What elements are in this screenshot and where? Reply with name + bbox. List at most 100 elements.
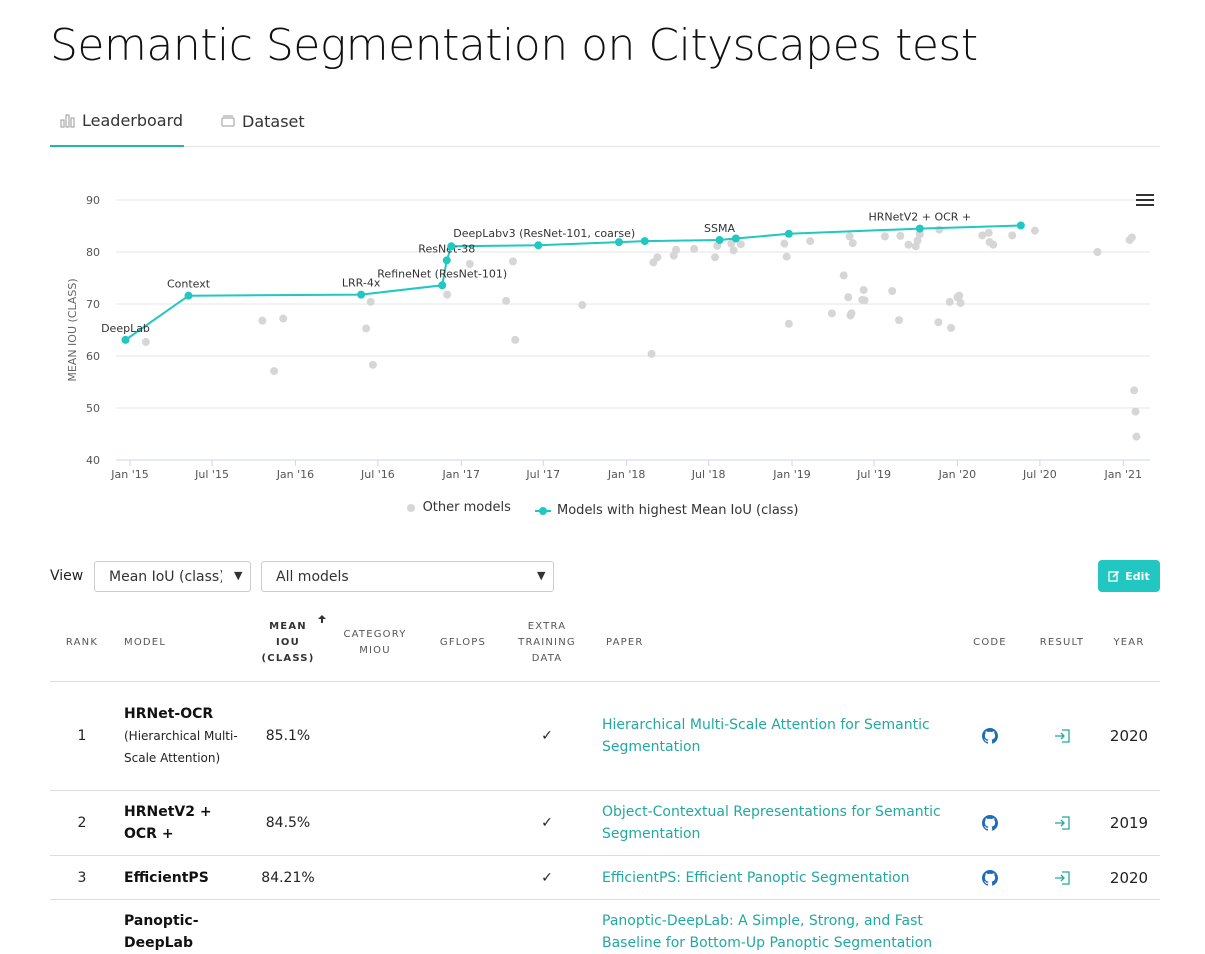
sota-point-label: SSMA <box>704 222 735 235</box>
legend-other-label: Other models <box>422 500 511 515</box>
chart-menu-icon[interactable] <box>1136 194 1154 208</box>
sota-point <box>121 335 130 344</box>
leaderboard-chart: 40 50 60 70 80 90 Jan '15 Jul '15 Jan '16 Jul '16… <box>50 176 1160 536</box>
result-enter-icon[interactable] <box>1053 729 1071 743</box>
other-model-point <box>368 360 377 369</box>
chart-svg: 40 50 60 70 80 90 Jan '15 Jul '15 Jan '16 Jul '16… <box>66 194 1150 481</box>
models-select[interactable]: All models <box>261 561 554 592</box>
sota-point-label: ResNet-38 <box>418 242 475 255</box>
x-tick-label: Jan '17 <box>442 468 480 481</box>
tab-dataset[interactable]: Dataset <box>220 96 305 146</box>
header-code[interactable]: CODE <box>965 635 1015 651</box>
metric-select[interactable]: Mean IoU (class) <box>94 561 251 592</box>
header-rank[interactable]: RANK <box>50 635 114 651</box>
x-tick-label: Jul '18 <box>691 468 726 481</box>
other-model-point <box>880 232 889 241</box>
header-model[interactable]: MODEL <box>124 635 176 651</box>
other-model-point <box>729 246 738 255</box>
result-enter-icon[interactable] <box>1053 816 1071 830</box>
result-cell <box>1032 682 1092 790</box>
header-miou-line: IOU <box>276 637 300 648</box>
edit-icon <box>1108 570 1120 582</box>
table-row[interactable]: Panoptic-DeepLab Panoptic-DeepLab: A Sim… <box>50 900 1160 951</box>
other-model-point <box>366 297 375 306</box>
other-model-point <box>934 318 943 327</box>
other-model-point <box>270 367 279 376</box>
header-paper[interactable]: PAPER <box>606 635 666 651</box>
model-name[interactable]: Panoptic-DeepLab <box>124 910 244 954</box>
header-result[interactable]: RESULT <box>1032 635 1092 651</box>
chart-legend: Other models Models with highest Mean Io… <box>0 500 1205 518</box>
model-name[interactable]: HRNetV2 + OCR + <box>124 801 224 845</box>
header-gflops[interactable]: GFLOPS <box>428 635 498 651</box>
other-model-point <box>443 290 452 299</box>
other-model-point <box>258 316 267 325</box>
year-cell: 2019 <box>1109 814 1149 832</box>
tab-bar: Leaderboard Dataset <box>50 96 1160 147</box>
sota-point <box>640 237 649 246</box>
sota-point <box>438 281 447 290</box>
other-model-point <box>711 253 720 262</box>
paper-link[interactable]: Panoptic-DeepLab: A Simple, Strong, and … <box>602 910 952 954</box>
edit-button[interactable]: Edit <box>1098 560 1160 592</box>
sota-point <box>442 256 451 265</box>
model-cell: HRNet-OCR (Hierarchical Multi-Scale Atte… <box>124 682 244 790</box>
other-model-point <box>945 297 954 306</box>
result-enter-icon[interactable] <box>1053 870 1071 885</box>
model-name[interactable]: EfficientPS <box>124 867 209 889</box>
header-extra-training-data[interactable]: EXTRA TRAINING DATA <box>508 619 586 667</box>
github-icon[interactable] <box>982 869 998 886</box>
paper-link[interactable]: EfficientPS: Efficient Panoptic Segmenta… <box>602 867 909 889</box>
header-category-miou[interactable]: CATEGORY MIOU <box>333 627 417 659</box>
other-model-point <box>1030 226 1039 235</box>
y-tick-label: 60 <box>86 350 100 363</box>
other-model-point <box>955 291 964 300</box>
sort-arrow-up-icon[interactable] <box>317 614 327 624</box>
y-tick-label: 50 <box>86 402 100 415</box>
legend-line-icon <box>535 506 552 515</box>
code-cell <box>965 856 1015 899</box>
x-tick-label: Jan '19 <box>772 468 810 481</box>
header-extra-line: DATA <box>531 653 563 664</box>
other-model-point <box>578 301 587 310</box>
paper-link[interactable]: Hierarchical Multi-Scale Attention for S… <box>602 714 952 758</box>
model-cell: HRNetV2 + OCR + <box>124 791 224 855</box>
header-cat-line: MIOU <box>359 645 391 656</box>
legend-sota-models[interactable]: Models with highest Mean IoU (class) <box>535 503 798 518</box>
legend-sota-label: Models with highest Mean IoU (class) <box>557 503 799 518</box>
other-model-point <box>888 287 897 295</box>
rank-cell: 3 <box>77 869 87 886</box>
x-tick-label: Jul '15 <box>194 468 229 481</box>
model-name[interactable]: HRNet-OCR <box>124 703 213 725</box>
header-miou[interactable]: MEAN IOU (CLASS) <box>250 619 326 667</box>
paper-link[interactable]: Object-Contextual Representations for Se… <box>602 801 952 845</box>
rank-cell: 1 <box>77 728 87 744</box>
header-year[interactable]: YEAR <box>1105 635 1153 651</box>
sota-point <box>1016 221 1025 230</box>
other-model-point <box>1093 248 1102 256</box>
other-model-point <box>647 349 656 358</box>
x-tick-label: Jan '21 <box>1104 468 1142 481</box>
table-row[interactable]: 1 HRNet-OCR (Hierarchical Multi-Scale At… <box>50 682 1160 791</box>
other-model-point <box>1131 407 1140 416</box>
miou-cell: 85.1% <box>265 728 311 744</box>
x-tick-label: Jan '15 <box>110 468 148 481</box>
sota-point-label: LRR-4x <box>342 277 381 290</box>
other-model-point <box>690 244 699 253</box>
other-model-point <box>984 228 993 237</box>
sota-point-label: Context <box>167 278 211 291</box>
table-row[interactable]: 3 EfficientPS 84.21% ✓ EfficientPS: Effi… <box>50 856 1160 900</box>
code-cell <box>965 682 1015 790</box>
github-icon[interactable] <box>982 815 998 831</box>
other-model-point <box>782 252 791 261</box>
y-tick-label: 40 <box>86 454 100 467</box>
legend-other-models[interactable]: Other models <box>406 500 511 515</box>
tab-leaderboard[interactable]: Leaderboard <box>50 96 184 147</box>
other-model-point <box>827 309 836 318</box>
view-label: View <box>50 568 84 584</box>
page-title: Semantic Segmentation on Cityscapes test <box>50 20 978 71</box>
table-row[interactable]: 2 HRNetV2 + OCR + 84.5% ✓ Object-Context… <box>50 791 1160 856</box>
other-model-point <box>1008 231 1017 240</box>
github-icon[interactable] <box>982 728 998 744</box>
other-model-point <box>279 314 288 323</box>
